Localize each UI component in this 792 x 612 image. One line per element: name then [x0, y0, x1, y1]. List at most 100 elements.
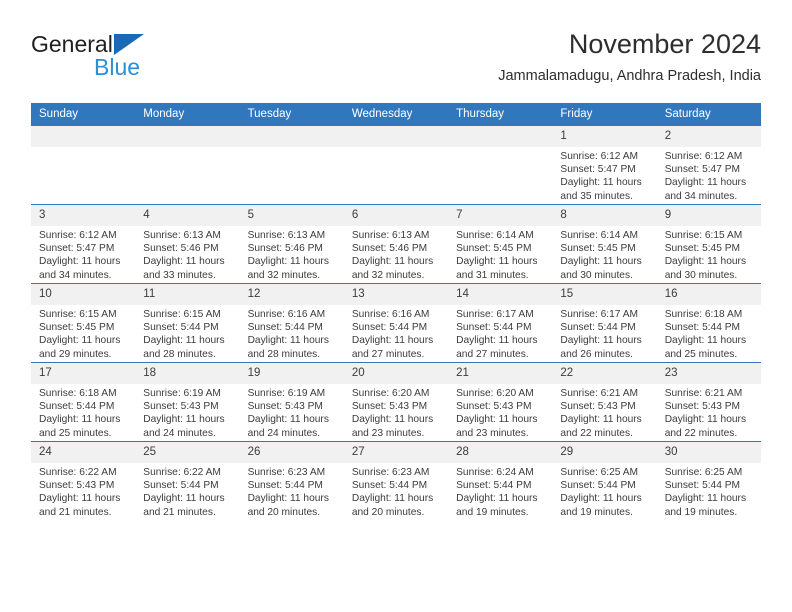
calendar-day-cell[interactable]: 13 Sunrise: 6:16 AM Sunset: 5:44 PM Dayligh…	[343, 283, 449, 363]
sunrise-time: Sunrise: 6:19 AM	[247, 388, 326, 399]
day-details: Sunrise: 6:19 AM Sunset: 5:43 PM Daylight:…	[240, 384, 344, 440]
day-number: 7	[448, 205, 553, 226]
calendar-day-cell[interactable]: 29 Sunrise: 6:25 AM Sunset: 5:44 PM Dayligh…	[552, 441, 657, 520]
general-blue-logo[interactable]: General Blue	[31, 28, 144, 79]
calendar-day-cell[interactable]: 24 Sunrise: 6:22 AM Sunset: 5:43 PM Dayligh…	[31, 441, 136, 520]
logo-text-blue: Blue	[94, 54, 141, 80]
calendar-day-cell[interactable]: 2 Sunrise: 6:12 AM Sunset: 5:47 PM Daylight…	[656, 125, 761, 205]
weekday-header-monday: Monday	[135, 103, 240, 126]
page-header: General Blue November 2024 Jammalamadugu…	[31, 28, 761, 92]
day-number: 3	[31, 205, 136, 226]
page-title: November 2024	[568, 29, 761, 59]
calendar-day-cell[interactable]: 22 Sunrise: 6:21 AM Sunset: 5:43 PM Dayligh…	[552, 362, 657, 442]
calendar-day-cell[interactable]: 23 Sunrise: 6:21 AM Sunset: 5:43 PM Dayligh…	[656, 362, 761, 442]
title-block: November 2024 Jammalamadugu, Andhra Prad…	[498, 28, 761, 86]
daylight-duration-line2: and 24 minutes.	[247, 427, 321, 439]
calendar-day-cell[interactable]: 14 Sunrise: 6:17 AM Sunset: 5:44 PM Dayligh…	[448, 283, 553, 363]
calendar-day-cell[interactable]: 10 Sunrise: 6:15 AM Sunset: 5:45 PM Dayligh…	[31, 283, 136, 363]
daylight-duration-line1: Daylight: 11 hours	[39, 256, 121, 268]
calendar-day-cell[interactable]: 18 Sunrise: 6:19 AM Sunset: 5:43 PM Dayligh…	[135, 362, 240, 442]
day-number: 2	[656, 126, 761, 147]
sunrise-time: Sunrise: 6:15 AM	[664, 230, 743, 241]
day-number: 11	[135, 284, 240, 305]
calendar-day-cell[interactable]: 19 Sunrise: 6:19 AM Sunset: 5:43 PM Dayligh…	[239, 362, 344, 442]
calendar-day-cell-empty	[448, 125, 553, 205]
calendar-day-cell[interactable]: 28 Sunrise: 6:24 AM Sunset: 5:44 PM Dayligh…	[448, 441, 553, 520]
calendar-day-cell[interactable]: 25 Sunrise: 6:22 AM Sunset: 5:44 PM Dayligh…	[135, 441, 240, 520]
calendar-week-row: 17 Sunrise: 6:18 AM Sunset: 5:44 PM Dayligh…	[31, 362, 761, 442]
calendar-day-cell[interactable]: 20 Sunrise: 6:20 AM Sunset: 5:43 PM Dayligh…	[343, 362, 449, 442]
calendar-day-cell[interactable]: 12 Sunrise: 6:16 AM Sunset: 5:44 PM Dayligh…	[239, 283, 344, 363]
daylight-duration-line1: Daylight: 11 hours	[664, 177, 747, 189]
sunrise-time: Sunrise: 6:13 AM	[247, 230, 326, 241]
sunset-time: Sunset: 5:44 PM	[664, 322, 741, 334]
calendar-day-cell[interactable]: 11 Sunrise: 6:15 AM Sunset: 5:44 PM Dayligh…	[135, 283, 240, 363]
calendar-day-cell[interactable]: 17 Sunrise: 6:18 AM Sunset: 5:44 PM Dayligh…	[31, 362, 136, 442]
daylight-duration-line2: and 34 minutes.	[664, 190, 738, 202]
day-details: Sunrise: 6:25 AM Sunset: 5:44 PM Daylight:…	[552, 463, 656, 519]
day-details: Sunrise: 6:20 AM Sunset: 5:43 PM Daylight:…	[344, 384, 448, 440]
sunrise-time: Sunrise: 6:20 AM	[456, 388, 534, 399]
page-subtitle: Jammalamadugu, Andhra Pradesh, India	[498, 68, 761, 84]
calendar-day-cell[interactable]: 30 Sunrise: 6:25 AM Sunset: 5:44 PM Dayligh…	[656, 441, 761, 520]
calendar-day-cell[interactable]: 1 Sunrise: 6:12 AM Sunset: 5:47 PM Daylight…	[552, 125, 657, 205]
calendar-day-cell-empty	[31, 125, 136, 205]
day-number: 12	[239, 284, 344, 305]
daylight-duration-line1: Daylight: 11 hours	[560, 414, 642, 426]
day-number: 24	[31, 442, 136, 463]
day-details: Sunrise: 6:13 AM Sunset: 5:46 PM Daylight:…	[344, 226, 448, 282]
sunrise-time: Sunrise: 6:18 AM	[664, 309, 743, 320]
day-number: 13	[343, 284, 449, 305]
sunrise-time: Sunrise: 6:14 AM	[456, 230, 534, 241]
day-number	[135, 126, 240, 147]
daylight-duration-line2: and 26 minutes.	[560, 348, 633, 360]
calendar-day-cell[interactable]: 21 Sunrise: 6:20 AM Sunset: 5:43 PM Dayligh…	[448, 362, 553, 442]
day-details: Sunrise: 6:18 AM Sunset: 5:44 PM Daylight:…	[31, 384, 135, 440]
daylight-duration-line1: Daylight: 11 hours	[143, 256, 225, 268]
sunset-time: Sunset: 5:43 PM	[664, 401, 741, 413]
calendar-day-cell[interactable]: 6 Sunrise: 6:13 AM Sunset: 5:46 PM Daylight…	[343, 204, 449, 284]
daylight-duration-line1: Daylight: 11 hours	[456, 256, 538, 268]
calendar-week-row: 3 Sunrise: 6:12 AM Sunset: 5:47 PM Daylight…	[31, 204, 761, 284]
daylight-duration-line2: and 28 minutes.	[143, 348, 216, 360]
sunrise-time: Sunrise: 6:15 AM	[39, 309, 117, 320]
sunrise-time: Sunrise: 6:12 AM	[560, 151, 638, 162]
calendar-day-cell[interactable]: 15 Sunrise: 6:17 AM Sunset: 5:44 PM Dayligh…	[552, 283, 657, 363]
calendar-day-cell[interactable]: 27 Sunrise: 6:23 AM Sunset: 5:44 PM Dayligh…	[343, 441, 449, 520]
calendar-header-row: Sunday Monday Tuesday Wednesday Thursday…	[31, 103, 761, 126]
daylight-duration-line2: and 22 minutes.	[664, 427, 738, 439]
calendar-day-cell[interactable]: 7 Sunrise: 6:14 AM Sunset: 5:45 PM Daylight…	[448, 204, 553, 284]
daylight-duration-line2: and 28 minutes.	[247, 348, 321, 360]
sunrise-sunset-calendar-table: Sunday Monday Tuesday Wednesday Thursday…	[31, 103, 761, 520]
sunset-time: Sunset: 5:43 PM	[560, 401, 636, 413]
day-details: Sunrise: 6:12 AM Sunset: 5:47 PM Daylight:…	[31, 226, 135, 282]
sunset-time: Sunset: 5:44 PM	[351, 322, 428, 334]
daylight-duration-line1: Daylight: 11 hours	[247, 414, 329, 426]
calendar-day-cell[interactable]: 3 Sunrise: 6:12 AM Sunset: 5:47 PM Daylight…	[31, 204, 136, 284]
calendar-day-cell[interactable]: 5 Sunrise: 6:13 AM Sunset: 5:46 PM Daylight…	[239, 204, 344, 284]
calendar-day-cell[interactable]: 9 Sunrise: 6:15 AM Sunset: 5:45 PM Daylight…	[656, 204, 761, 284]
day-number: 29	[552, 442, 657, 463]
day-number: 20	[343, 363, 449, 384]
calendar-day-cell[interactable]: 26 Sunrise: 6:23 AM Sunset: 5:44 PM Dayligh…	[239, 441, 344, 520]
day-number	[448, 126, 553, 147]
daylight-duration-line1: Daylight: 11 hours	[560, 256, 642, 268]
daylight-duration-line2: and 30 minutes.	[664, 269, 738, 281]
sunset-time: Sunset: 5:43 PM	[247, 401, 323, 413]
sunset-time: Sunset: 5:47 PM	[664, 164, 741, 176]
calendar-day-cell[interactable]: 8 Sunrise: 6:14 AM Sunset: 5:45 PM Daylight…	[552, 204, 657, 284]
sunset-time: Sunset: 5:44 PM	[351, 480, 428, 492]
sunrise-time: Sunrise: 6:17 AM	[456, 309, 534, 320]
sunrise-time: Sunrise: 6:18 AM	[39, 388, 117, 399]
sunset-time: Sunset: 5:47 PM	[39, 243, 115, 255]
daylight-duration-line2: and 23 minutes.	[351, 427, 425, 439]
calendar-day-cell[interactable]: 16 Sunrise: 6:18 AM Sunset: 5:44 PM Dayligh…	[656, 283, 761, 363]
sunset-time: Sunset: 5:44 PM	[456, 322, 532, 334]
daylight-duration-line2: and 32 minutes.	[351, 269, 425, 281]
calendar-day-cell[interactable]: 4 Sunrise: 6:13 AM Sunset: 5:46 PM Daylight…	[135, 204, 240, 284]
weekday-header-row: Sunday Monday Tuesday Wednesday Thursday…	[31, 103, 761, 126]
day-number: 28	[448, 442, 553, 463]
weekday-header-wednesday: Wednesday	[343, 103, 449, 126]
daylight-duration-line1: Daylight: 11 hours	[560, 335, 642, 347]
daylight-duration-line1: Daylight: 11 hours	[39, 335, 121, 347]
